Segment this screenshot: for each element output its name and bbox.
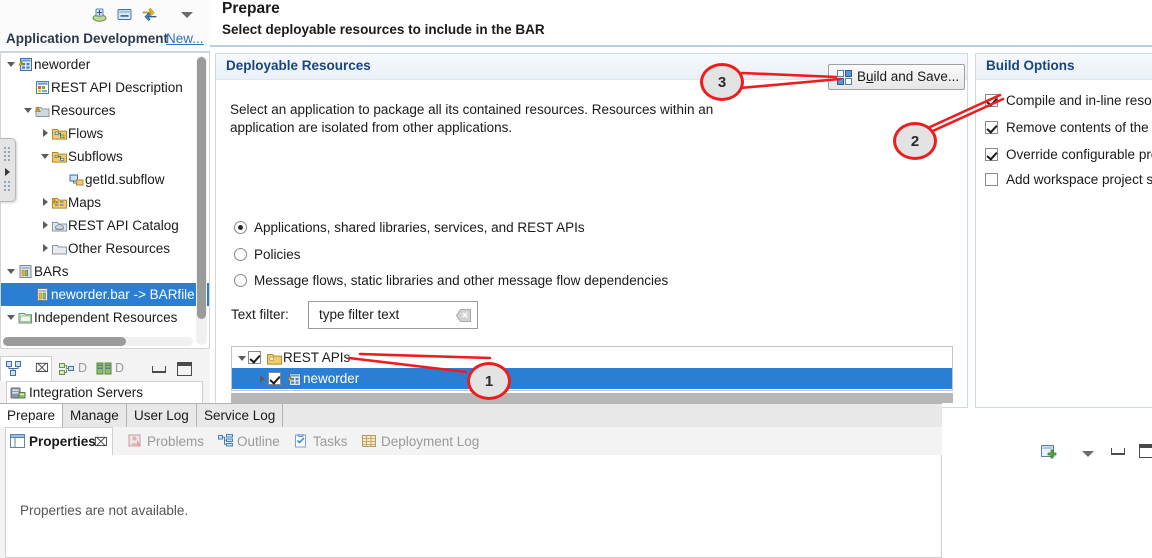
text-filter-label: Text filter: <box>231 307 289 322</box>
table-row-label: neworder <box>303 371 359 386</box>
tab-label: User Log <box>134 408 189 423</box>
tab-label: Service Log <box>204 408 275 423</box>
row-checkbox[interactable] <box>268 372 281 385</box>
minimize-icon[interactable] <box>1111 448 1125 455</box>
clear-filter-icon[interactable] <box>456 309 471 325</box>
properties-view-body: Properties are not available. <box>5 455 942 558</box>
build-option-label: Compile and in-line resou <box>1006 93 1152 108</box>
radio-button[interactable] <box>234 274 247 287</box>
tab-problems[interactable]: Problems <box>147 434 204 449</box>
problems-icon <box>128 434 143 451</box>
tab-prepare[interactable]: Prepare <box>0 404 63 427</box>
radio-button[interactable] <box>234 248 247 261</box>
view-menu-icon[interactable] <box>1081 447 1095 462</box>
radio-option-label: Message flows, static libraries and othe… <box>254 273 668 288</box>
tab-service-log[interactable]: Service Log <box>197 404 283 427</box>
radio-button[interactable] <box>234 221 247 234</box>
tab-manage[interactable]: Manage <box>63 404 127 427</box>
properties-icon <box>10 434 25 451</box>
resource-tree-horizontal-scrollbar[interactable] <box>231 393 953 403</box>
close-icon[interactable]: ⌧ <box>94 435 108 449</box>
deployable-resources-tree[interactable]: REST APIs neworder <box>231 346 953 391</box>
radio-option-label: Policies <box>254 247 301 262</box>
search-input-placeholder: type filter text <box>319 307 399 322</box>
table-row-label: REST APIs <box>283 350 350 365</box>
search-input[interactable]: type filter text <box>308 301 478 329</box>
table-row[interactable]: neworder <box>232 368 952 389</box>
tab-user-log[interactable]: User Log <box>127 404 197 427</box>
editor-tabbar: Prepare Manage User Log Service Log <box>0 403 942 428</box>
chevron-right-icon[interactable] <box>257 368 268 389</box>
deployable-description: Select an application to package all its… <box>230 101 735 137</box>
tab-properties[interactable]: Properties <box>29 434 96 449</box>
rest-apis-folder-icon <box>266 347 283 368</box>
radio-option-1[interactable]: Applications, shared libraries, services… <box>234 218 585 238</box>
tab-label: Prepare <box>7 408 55 423</box>
deployment-log-icon <box>362 434 377 451</box>
build-option-checkbox-4[interactable]: Add workspace project so <box>985 170 1152 190</box>
build-option-checkbox-1[interactable]: Compile and in-line resou <box>985 91 1152 111</box>
deployable-resources-tree-rows: REST APIs neworder <box>232 347 952 389</box>
radio-option-2[interactable]: Policies <box>234 245 301 265</box>
new-properties-view-icon[interactable] <box>1041 443 1057 462</box>
properties-view-tabbar: Properties Problems Outline Tasks Deployment… <box>0 427 942 455</box>
checkbox[interactable] <box>985 173 998 186</box>
row-checkbox[interactable] <box>248 351 261 364</box>
tasks-icon <box>294 434 309 451</box>
build-option-label: Override configurable pro <box>1006 147 1152 162</box>
build-and-save-button[interactable]: Build and Save... <box>828 64 965 90</box>
tab-tasks[interactable]: Tasks <box>313 434 348 449</box>
properties-empty-message: Properties are not available. <box>20 503 188 518</box>
build-and-save-label: Build and Save... <box>857 69 959 84</box>
build-option-checkbox-2[interactable]: Remove contents of the a <box>985 118 1152 138</box>
outline-icon <box>218 434 233 451</box>
overlay-layer: Build and Save... Select an application … <box>0 0 1152 558</box>
build-icon <box>837 70 852 88</box>
radio-option-label: Applications, shared libraries, services… <box>254 220 585 235</box>
build-option-label: Remove contents of the a <box>1006 120 1152 135</box>
checkbox[interactable] <box>985 148 998 161</box>
chevron-down-icon[interactable] <box>237 347 248 368</box>
scrollbar-thumb[interactable] <box>231 393 953 403</box>
build-option-label: Add workspace project so <box>1006 172 1152 187</box>
build-option-checkbox-3[interactable]: Override configurable pro <box>985 145 1152 165</box>
maximize-icon[interactable] <box>1139 444 1152 458</box>
checkbox[interactable] <box>985 121 998 134</box>
application-icon <box>286 368 303 389</box>
tab-deployment-log[interactable]: Deployment Log <box>381 434 479 449</box>
tab-outline[interactable]: Outline <box>237 434 280 449</box>
radio-option-3[interactable]: Message flows, static libraries and othe… <box>234 271 668 291</box>
checkbox[interactable] <box>985 94 998 107</box>
tab-label: Manage <box>70 408 119 423</box>
table-row[interactable]: REST APIs <box>232 347 952 368</box>
